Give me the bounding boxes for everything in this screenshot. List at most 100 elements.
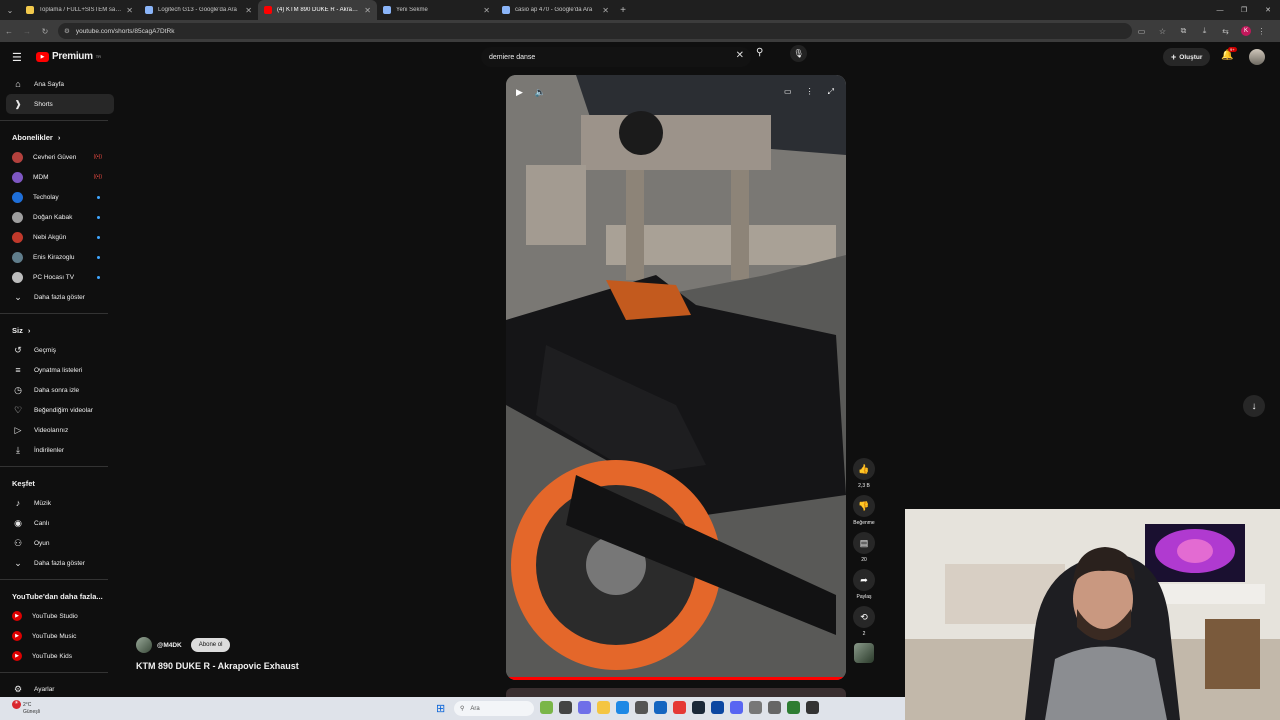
tab-search-icon[interactable]: ⌄ [0,0,20,20]
channel-name[interactable]: @M4DK [157,642,182,649]
browser-tab[interactable]: (4) KTM 890 DUKE R - Akrapovic... ✕ [258,0,377,20]
reload-icon[interactable]: ↻ [36,20,54,42]
subscription-item[interactable]: Techolay [0,187,120,207]
sidebar-item-label: Oyun [34,539,50,547]
tab-sidebar-icon[interactable]: ⇆ [1215,27,1236,36]
subscription-item[interactable]: PC Hocası TV [0,267,120,287]
search-input[interactable]: demiere danse ✕ [481,47,751,67]
windows-start-icon[interactable]: ⊞ [436,702,445,715]
new-content-dot [97,255,100,259]
taskbar-search-input[interactable]: ⚲ Ara [454,701,534,716]
you-header[interactable]: Siz › [0,320,120,340]
app-icon-2[interactable] [768,701,781,714]
subscriptions-header[interactable]: Abonelikler › [0,127,120,147]
site-info-icon[interactable]: ⚙ [64,27,70,35]
sidebar-item-shorts[interactable]: ❱ Shorts [6,94,114,114]
weather-widget[interactable]: ☀ 2°C Güneşli [12,700,40,716]
steam-icon[interactable] [692,701,705,714]
close-window-icon[interactable]: ✕ [1256,0,1280,20]
app-icon-3[interactable] [787,701,800,714]
channel-avatar[interactable] [136,637,152,653]
close-tab-icon[interactable]: ✕ [483,6,490,15]
subscribe-button[interactable]: Abone ol [190,638,231,652]
remix-button[interactable]: ⟲ 2 [851,606,877,637]
subs-show-more[interactable]: ⌄ Daha fazla göster [0,287,120,307]
sidebar-item[interactable]: ◉ Canlı [0,513,120,533]
restore-icon[interactable]: ❐ [1232,0,1256,20]
youtube-premium-logo[interactable]: ▶ Premium TR [36,51,101,62]
sidebar-item-ana-sayfa[interactable]: ⌂ Ana Sayfa [0,74,120,94]
sidebar-item[interactable]: ◷ Daha sonra izle [0,380,120,400]
file-explorer-icon[interactable] [597,701,610,714]
browser-tab[interactable]: Toplama / FULL+SİSTEM sahibi... ✕ [20,0,139,20]
comments-button[interactable]: ▤ 20 [851,532,877,563]
next-short-arrow-icon[interactable]: ↓ [1243,395,1265,417]
edge-icon[interactable] [616,701,629,714]
store-icon[interactable] [635,701,648,714]
create-button[interactable]: + Oluştur [1163,48,1211,66]
subscription-item[interactable]: Doğan Kabak [0,207,120,227]
share-button[interactable]: ➦ Paylaş [851,569,877,600]
subscription-item[interactable]: MDM ((•)) [0,167,120,187]
volume-icon[interactable]: 🔈 [535,87,546,98]
browser-menu-icon[interactable]: ⋮ [1251,27,1272,36]
chrome-icon[interactable] [673,701,686,714]
discord-icon[interactable] [730,701,743,714]
play-icon[interactable]: ▶ [516,87,523,98]
sidebar-item[interactable]: ⤓ İndirilenler [0,440,120,460]
sidebar-item[interactable]: ≡ Oynatma listeleri [0,360,120,380]
sidebar-item[interactable]: ♪ Müzik [0,493,120,513]
subscription-item[interactable]: Nebi Akgün [0,227,120,247]
voice-search-icon[interactable]: 🎙 [790,45,807,62]
subscription-item[interactable]: Cevheri Güven ((•)) [0,147,120,167]
account-avatar[interactable] [1249,49,1265,65]
extensions-icon[interactable]: ⧉ [1173,26,1194,36]
youtube-app-item[interactable]: ▶ YouTube Music [0,626,120,646]
browser-tab[interactable]: Yeni Sekme ✕ [377,0,496,20]
browser-tab[interactable]: Logitech G13 - Google'da Ara ✕ [139,0,258,20]
sound-thumbnail[interactable] [854,643,874,663]
browser-tab[interactable]: casio ap 470 - Google'da Ara ✕ [496,0,615,20]
sidebar-item[interactable]: ♡ Beğendiğim videolar [0,400,120,420]
subscription-item[interactable]: Enis Kirazoglu [0,247,120,267]
task-view-icon[interactable] [559,701,572,714]
mail-icon[interactable] [654,701,667,714]
clear-search-icon[interactable]: ✕ [736,50,744,61]
app-icon-1[interactable] [711,701,724,714]
hamburger-menu-icon[interactable]: ☰ [12,51,22,64]
close-tab-icon[interactable]: ✕ [364,6,371,15]
dislike-button[interactable]: 👎 Beğenme [851,495,877,526]
notifications-bell-icon[interactable]: 🔔 9+ [1221,47,1237,61]
downloads-icon[interactable]: ⤓ [1194,26,1215,36]
settings-item[interactable]: ⚙ Ayarlar [0,679,120,699]
close-tab-icon[interactable]: ✕ [126,6,133,15]
forward-icon[interactable]: → [18,20,36,42]
sidebar-item[interactable]: ▷ Videolarınız [0,420,120,440]
close-tab-icon[interactable]: ✕ [245,6,252,15]
sidebar-item[interactable]: ⚇ Oyun [0,533,120,553]
copilot-icon[interactable] [578,701,591,714]
new-tab-button[interactable]: + [615,5,631,16]
captions-icon[interactable]: ▭ [784,87,792,97]
close-tab-icon[interactable]: ✕ [602,6,609,15]
more-options-icon[interactable]: ⋮ [806,87,814,97]
search-icon[interactable]: ⚲ [756,47,763,58]
short-video-player[interactable]: ▶ 🔈 ▭ ⋮ ⤢ [506,75,846,680]
like-button[interactable]: 👍 2,3 B [851,458,877,489]
widgets-icon[interactable] [540,701,553,714]
settings-app-icon[interactable] [749,701,762,714]
sidebar-item[interactable]: ↺ Geçmiş [0,340,120,360]
youtube-app-item[interactable]: ▶ YouTube Kids [0,646,120,666]
app-icon-4[interactable] [806,701,819,714]
fullscreen-icon[interactable]: ⤢ [828,87,834,97]
bookmark-star-icon[interactable]: ☆ [1152,27,1173,36]
back-icon[interactable]: ← [0,20,18,42]
youtube-app-item[interactable]: ▶ YouTube Studio [0,606,120,626]
url-field[interactable]: ⚙ youtube.com/shorts/85cagA7DtRk [58,23,1132,39]
cast-icon[interactable]: ▭ [1131,27,1152,36]
short-title[interactable]: KTM 890 DUKE R - Akrapovic Exhaust [136,661,299,671]
explore-show-more[interactable]: ⌄ Daha fazla göster [0,553,120,573]
video-progress-bar[interactable] [506,677,846,680]
minimize-icon[interactable]: — [1208,0,1232,20]
profile-avatar[interactable]: K [1241,26,1251,36]
